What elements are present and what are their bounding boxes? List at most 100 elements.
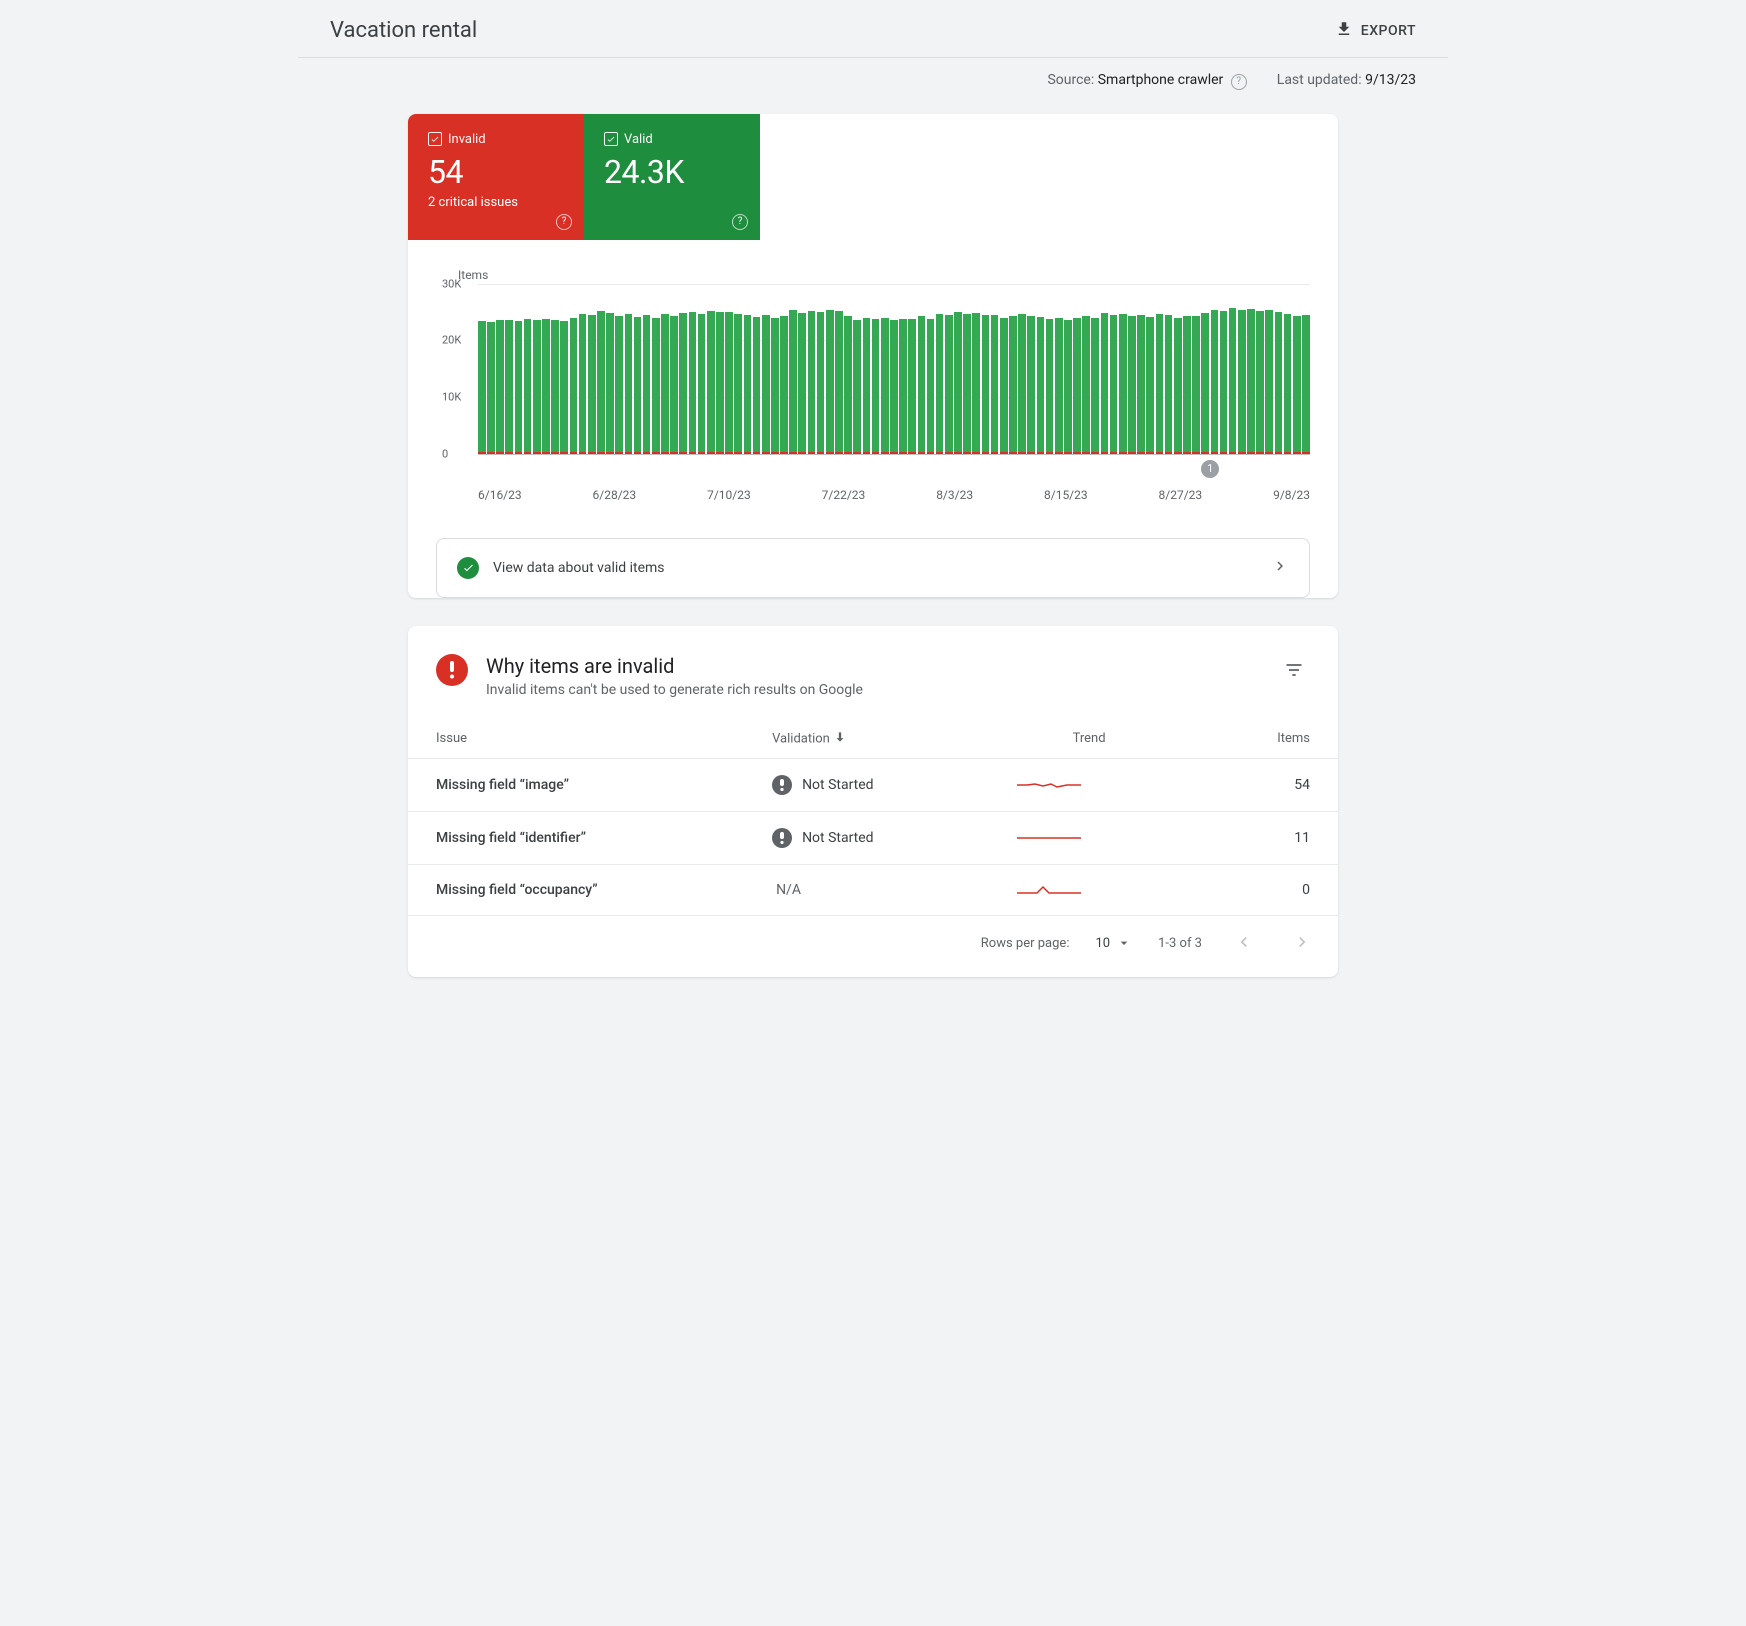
chart-bar[interactable] [1183, 316, 1191, 454]
chart-bar[interactable] [753, 317, 761, 454]
col-validation[interactable]: Validation [772, 708, 989, 759]
chart-bar[interactable] [570, 318, 578, 453]
chart-bar[interactable] [1119, 314, 1127, 454]
chart-bar[interactable] [661, 314, 669, 453]
chart-bar[interactable] [1000, 318, 1008, 453]
col-items[interactable]: Items [1189, 708, 1338, 759]
chart-bar[interactable] [716, 312, 724, 454]
chart-bar[interactable] [560, 321, 568, 454]
chart-bar[interactable] [908, 319, 916, 453]
chart-bar[interactable] [725, 312, 733, 453]
chart-bar[interactable] [954, 312, 962, 453]
tile-valid[interactable]: Valid 24.3K ? [584, 114, 760, 240]
chart-marker[interactable]: 1 [1201, 460, 1219, 478]
chart-bar[interactable] [1037, 317, 1045, 454]
chart-bar[interactable] [1265, 310, 1273, 454]
chart-bar[interactable] [588, 315, 596, 453]
chart-bar[interactable] [762, 315, 770, 454]
chart-bar[interactable] [1027, 316, 1035, 454]
chart-bar[interactable] [1229, 308, 1237, 453]
chart-bar[interactable] [872, 319, 880, 453]
chart-bar[interactable] [670, 316, 678, 453]
chart-bar[interactable] [652, 318, 660, 454]
chart-bar[interactable] [798, 313, 806, 454]
tile-invalid[interactable]: Invalid 54 2 critical issues ? [408, 114, 584, 240]
chart-bar[interactable] [780, 316, 788, 454]
chart-bar[interactable] [844, 316, 852, 453]
chart-bar[interactable] [1055, 318, 1063, 454]
chart-bar[interactable] [542, 319, 550, 454]
chart-bar[interactable] [634, 317, 642, 454]
chart-bar[interactable] [1201, 313, 1209, 454]
export-button[interactable]: EXPORT [1335, 20, 1416, 42]
rows-per-page-select[interactable]: 10 [1095, 935, 1132, 951]
chart-bar[interactable] [863, 318, 871, 453]
filter-button[interactable] [1278, 654, 1310, 690]
chart-bar[interactable] [606, 313, 614, 454]
chart-bar[interactable] [679, 313, 687, 454]
chart-bar[interactable] [918, 316, 926, 453]
chart-bar[interactable] [927, 319, 935, 454]
chart-bar[interactable] [689, 312, 697, 454]
chart-bar[interactable] [1156, 314, 1164, 453]
table-row[interactable]: Missing field “occupancy”N/A0 [408, 864, 1338, 915]
chart-bar[interactable] [643, 315, 651, 454]
chart-bar[interactable] [551, 320, 559, 453]
chart-bar[interactable] [789, 310, 797, 453]
chart-bar[interactable] [1101, 313, 1109, 454]
chart-bar[interactable] [771, 318, 779, 453]
chart-bar[interactable] [1284, 314, 1292, 453]
table-row[interactable]: Missing field “identifier”Not Started11 [408, 811, 1338, 864]
chart-bar[interactable] [1137, 315, 1145, 454]
col-issue[interactable]: Issue [408, 708, 772, 759]
chart-bar[interactable] [524, 319, 532, 453]
chart-bar[interactable] [1211, 310, 1219, 454]
chart-bar[interactable] [963, 314, 971, 453]
chart-bar[interactable] [579, 314, 587, 453]
chart-bar[interactable] [1275, 312, 1283, 454]
chart-bar[interactable] [1128, 316, 1136, 454]
chart-bar[interactable] [972, 313, 980, 454]
chart-bar[interactable] [744, 315, 752, 453]
chart-bar[interactable] [1220, 311, 1228, 453]
chart-bar[interactable] [817, 312, 825, 453]
chart-bar[interactable] [1146, 317, 1154, 454]
chart-bar[interactable] [487, 322, 495, 453]
chart-bar[interactable] [808, 311, 816, 453]
chart-bar[interactable] [1247, 309, 1255, 454]
chart-bar[interactable] [1091, 318, 1099, 454]
view-valid-items-link[interactable]: View data about valid items [436, 538, 1310, 598]
chart-bar[interactable] [1064, 320, 1072, 454]
chart-bar[interactable] [982, 315, 990, 454]
chart-bar[interactable] [707, 311, 715, 454]
chart-bar[interactable] [1256, 311, 1264, 454]
help-icon[interactable]: ? [732, 214, 748, 230]
chart-bar[interactable] [1238, 310, 1246, 453]
chart-bar[interactable] [496, 320, 504, 454]
table-row[interactable]: Missing field “image”Not Started54 [408, 758, 1338, 811]
chart-bar[interactable] [533, 320, 541, 454]
chart-bar[interactable] [505, 320, 513, 453]
chart-bar[interactable] [1165, 315, 1173, 453]
chart-bar[interactable] [945, 315, 953, 453]
chart-bar[interactable] [1110, 315, 1118, 454]
chart-bar[interactable] [991, 315, 999, 453]
chart-bar[interactable] [698, 314, 706, 454]
chart-bar[interactable] [1293, 316, 1301, 454]
chart-bar[interactable] [597, 311, 605, 454]
chart-bar[interactable] [1073, 318, 1081, 453]
chart-bar[interactable] [625, 314, 633, 454]
chart-bar[interactable] [890, 320, 898, 454]
chart-bar[interactable] [1046, 319, 1054, 454]
chart-bar[interactable] [835, 311, 843, 453]
chart-bar[interactable] [853, 320, 861, 454]
chart-bar[interactable] [881, 318, 889, 454]
help-icon[interactable]: ? [1231, 74, 1247, 90]
help-icon[interactable]: ? [556, 214, 572, 230]
pager-next-button[interactable] [1286, 926, 1318, 961]
chart-bar[interactable] [936, 314, 944, 454]
chart-bar[interactable] [515, 321, 523, 453]
pager-prev-button[interactable] [1228, 926, 1260, 961]
chart-bar[interactable] [899, 319, 907, 454]
chart-bar[interactable] [1082, 316, 1090, 453]
